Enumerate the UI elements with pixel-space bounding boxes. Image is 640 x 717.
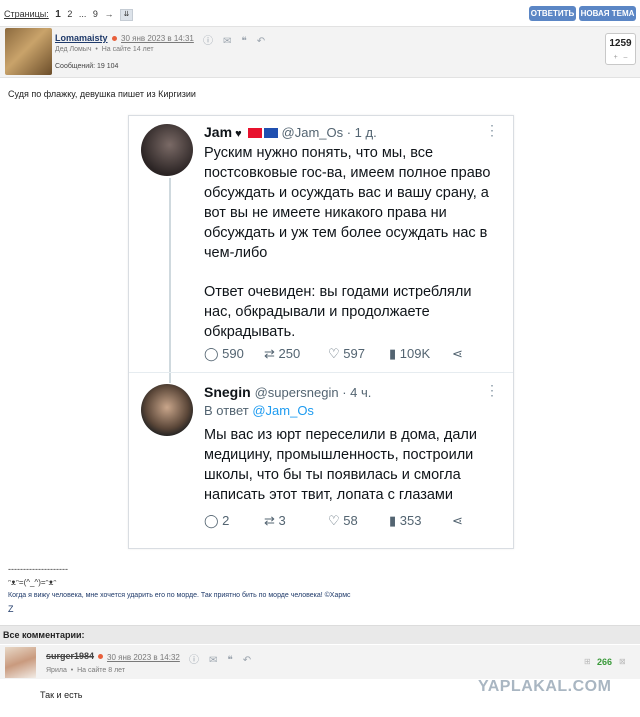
share-icon: ⋖ (452, 346, 463, 361)
pages-label: Страницы: (4, 9, 49, 20)
tweet-divider (129, 372, 513, 373)
page-ellipsis: ... (78, 9, 87, 20)
page-link-9[interactable]: 9 (93, 9, 98, 19)
pagination: Страницы: 1 2 ... 9 → ⇊ (4, 9, 133, 21)
tweet1-avatar (141, 124, 193, 176)
all-comments-bar: Все комментарии: (0, 625, 640, 644)
comment-actions: ⓘ ✉ ❝ ↶ (189, 651, 261, 666)
tweet2-avatar (141, 384, 193, 436)
quote-icon[interactable]: ❝ (241, 36, 246, 47)
page-link-2[interactable]: 2 (67, 9, 72, 19)
tweet2-actions: ◯ 2 ⇄ 3 ♡ 58 ▮ 353 ⋖ (204, 513, 504, 531)
comment-header: surger1984 30 янв 2023 в 14:32 ⓘ ✉ ❝ ↶ Ярил… (0, 645, 640, 679)
eu-flag-icon (263, 128, 278, 139)
user-title: Дед Ломыч • На сайте 14 лет (55, 46, 154, 53)
comment-avatar[interactable] (5, 647, 36, 678)
kyrgyz-flag-icon (247, 128, 262, 139)
post-actions: ⓘ ✉ ❝ ↶ (203, 32, 275, 47)
more-icon: ⋮ (485, 382, 499, 398)
tweet1-text: Руским нужно понять, что мы, все постсов… (204, 145, 491, 340)
tweet1-retweets: ⇄ 250 (264, 346, 301, 361)
tweet2-retweets: ⇄ 3 (264, 513, 286, 528)
comment-user-info: Ярила • На сайте 8 лет (46, 667, 126, 674)
user-messages: Сообщений: 19 104 (55, 63, 119, 70)
reply-arrow-icon[interactable]: ↶ (243, 655, 251, 666)
post-rating: 1259 + – (605, 33, 636, 65)
online-dot-icon (111, 36, 117, 42)
tweet2-text: Мы вас из юрт переселили в дома, дали ме… (204, 427, 477, 503)
tweet1-actions: ◯ 590 ⇄ 250 ♡ 597 ▮ 109K ⋖ (204, 346, 504, 364)
tweet2-likes: ♡ 58 (328, 513, 358, 528)
avatar[interactable] (5, 28, 52, 75)
comment-date[interactable]: 30 янв 2023 в 14:32 (107, 653, 180, 662)
post-date[interactable]: 30 янв 2023 в 14:31 (121, 34, 194, 43)
post-username[interactable]: Lomamaisty (55, 33, 117, 43)
tweet2-replies: ◯ 2 (204, 513, 230, 528)
signature-art: ᵔᴥᵔ=(^_^)=ᵔᴥᵔ (8, 578, 57, 587)
rating-value: 1259 (609, 38, 632, 49)
info-icon[interactable]: ⓘ (203, 36, 213, 47)
post-header: Lomamaisty 30 янв 2023 в 14:31 ⓘ ✉ ❝ ↶ Дед … (0, 26, 640, 78)
reply-button[interactable]: ОТВЕТИТЬ (529, 6, 576, 21)
tweet1-author: Jam ♥ @Jam_Os · 1 д. (204, 124, 377, 140)
signature-quote: Когда я вижу человека, мне хочется удари… (8, 592, 351, 599)
tweet1-likes: ♡ 597 (328, 346, 365, 361)
online-dot-icon (98, 654, 104, 660)
info-icon[interactable]: ⓘ (189, 655, 199, 666)
comment-rating: 266 (597, 657, 613, 667)
tweet2-reply-to: В ответ @Jam_Os (204, 403, 314, 418)
comment-text: Так и есть (40, 690, 83, 700)
tweet1-views: ▮ 109K (389, 346, 431, 361)
share-icon: ⋖ (452, 513, 463, 528)
tweet1-replies: ◯ 590 (204, 346, 244, 361)
rating-minus-button[interactable]: – (624, 54, 628, 61)
signature-divider: -------------------- (8, 564, 68, 574)
message-icon[interactable]: ✉ (223, 36, 231, 47)
next-page-arrow[interactable]: → (104, 9, 113, 19)
message-icon[interactable]: ✉ (209, 655, 217, 666)
jump-down-icon[interactable]: ⇊ (119, 9, 133, 21)
vote-plus-icon[interactable]: ⊞ (584, 657, 591, 666)
tweet2-author: Snegin @supersnegin · 4 ч. (204, 384, 372, 400)
reply-arrow-icon[interactable]: ↶ (257, 36, 265, 47)
top-pagination-bar: Страницы: 1 2 ... 9 → ⇊ ОТВЕТИТЬ НОВАЯ Т… (0, 0, 640, 26)
all-comments-header: Все комментарии: (3, 630, 85, 640)
post-text: Судя по флажку, девушка пишет из Киргизи… (8, 89, 196, 99)
site-watermark: YAPLAKAL.COM (478, 678, 612, 695)
heart-icon: ♥ (232, 128, 242, 140)
tweet2-views: ▮ 353 (389, 513, 422, 528)
comment-username[interactable]: surger1984 (46, 651, 104, 661)
new-topic-button[interactable]: НОВАЯ ТЕМА (579, 6, 636, 21)
vote-minus-icon[interactable]: ⊠ (619, 657, 626, 666)
more-icon: ⋮ (485, 122, 499, 138)
quote-icon[interactable]: ❝ (227, 655, 232, 666)
rating-plus-button[interactable]: + (614, 54, 618, 61)
page-current: 1 (55, 9, 61, 21)
tweet-screenshot: Jam ♥ @Jam_Os · 1 д. ⋮ Руским нужно поня… (128, 115, 514, 549)
thread-line (169, 178, 171, 383)
signature-z: Z (8, 604, 14, 614)
